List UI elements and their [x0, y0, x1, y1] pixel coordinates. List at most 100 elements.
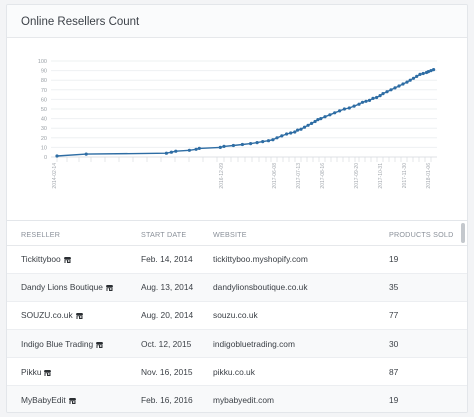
resellers-table: RESELLER START DATE WEBSITE PRODUCTS SOL…	[7, 225, 467, 412]
data-point	[338, 109, 342, 113]
cell-start-date: Nov. 16, 2015	[127, 357, 199, 387]
data-point	[261, 140, 265, 144]
data-point	[271, 138, 275, 142]
table-row[interactable]: Pikku Nov. 16, 2015 pikku.co.uk 87	[7, 357, 467, 387]
resellers-table-container: RESELLER START DATE WEBSITE PRODUCTS SOL…	[7, 225, 467, 412]
divider	[7, 220, 467, 221]
reseller-name[interactable]: MyBabyEdit	[21, 395, 66, 405]
table-row[interactable]: Indigo Blue Trading Oct. 12, 2015 indigobl…	[7, 329, 467, 359]
data-point	[347, 106, 351, 110]
y-tick-label: 70	[41, 88, 47, 94]
data-point	[169, 150, 173, 154]
data-point	[393, 86, 397, 90]
data-point	[306, 123, 310, 127]
shop-icon	[105, 285, 113, 292]
table-row[interactable]: Dandy Lions Boutique Aug. 13, 2014 dandyli…	[7, 273, 467, 302]
x-tick-label: 2017-06-08	[272, 163, 278, 189]
cell-website: tickittyboo.myshopify.com	[199, 245, 375, 274]
x-tick-label: 2017-09-20	[354, 163, 360, 189]
table-scrollbar[interactable]	[461, 223, 465, 243]
reseller-name[interactable]: SOUZU.co.uk	[21, 310, 73, 320]
line-chart: 0 10 20 30 40 50 60 70 80 90 100 2014-02-14 2016-12-…	[38, 59, 437, 189]
reseller-name[interactable]: Tickittyboo	[21, 254, 61, 264]
y-tick-label: 50	[41, 107, 47, 113]
data-point	[55, 154, 59, 158]
data-point	[421, 71, 425, 76]
table-row[interactable]: MyBabyEdit Feb. 16, 2016 mybabyedit.com 19	[7, 385, 467, 412]
data-point	[371, 96, 375, 100]
data-point	[218, 145, 222, 149]
cell-products-sold: 19	[375, 385, 467, 412]
data-point	[364, 99, 368, 103]
data-point	[197, 146, 201, 150]
cell-products-sold: 19	[375, 245, 467, 274]
data-point	[249, 142, 253, 146]
x-tick-label: 2018-01-06	[426, 163, 432, 189]
y-tick-label: 60	[41, 97, 47, 103]
data-point	[299, 127, 303, 131]
header-reseller[interactable]: RESELLER	[7, 225, 127, 246]
data-point	[378, 94, 382, 98]
cell-products-sold: 77	[375, 301, 467, 331]
reseller-name[interactable]: Indigo Blue Trading	[21, 339, 93, 349]
reseller-name[interactable]: Dandy Lions Boutique	[21, 282, 103, 292]
data-point	[323, 115, 327, 119]
cell-reseller: Indigo Blue Trading	[7, 329, 127, 359]
data-point	[302, 125, 307, 129]
card-header: Online Resellers Count	[7, 5, 467, 38]
cell-start-date: Aug. 13, 2014	[127, 273, 199, 302]
cell-reseller: Tickittyboo	[7, 245, 127, 274]
header-products-sold[interactable]: PRODUCTS SOLD	[375, 225, 467, 246]
data-point	[389, 88, 393, 92]
series-line	[56, 68, 434, 157]
header-start-date[interactable]: START DATE	[127, 225, 199, 246]
card-title: Online Resellers Count	[21, 16, 140, 28]
data-point	[333, 111, 337, 115]
table-header-row: RESELLER START DATE WEBSITE PRODUCTS SOL…	[7, 225, 467, 246]
cell-start-date: Oct. 12, 2015	[127, 329, 199, 359]
data-point	[405, 80, 409, 84]
data-point	[313, 119, 317, 124]
shop-icon	[96, 341, 104, 348]
data-point	[255, 141, 259, 145]
data-point	[415, 74, 419, 78]
x-tick-label: 2017-11-30	[402, 163, 408, 188]
cell-website: dandylionsboutique.co.uk	[199, 273, 375, 302]
data-point	[285, 132, 289, 136]
data-point	[411, 76, 416, 80]
y-tick-label: 90	[41, 69, 47, 75]
resellers-chart: 0 10 20 30 40 50 60 70 80 90 100 2014-02-14 2016-12-…	[7, 39, 467, 217]
data-point	[293, 130, 297, 134]
table-row[interactable]: SOUZU.co.uk Aug. 20, 2014 souzu.co.uk 77	[7, 301, 467, 331]
data-point	[408, 78, 412, 82]
data-point	[342, 107, 346, 111]
shop-icon	[63, 257, 71, 264]
x-tick-label: 2014-02-14	[52, 163, 58, 189]
data-point	[385, 90, 389, 94]
shop-icon	[68, 398, 76, 405]
data-point	[328, 113, 332, 117]
data-point	[367, 98, 372, 102]
data-point	[432, 68, 436, 72]
y-tick-label: 10	[41, 145, 47, 151]
cell-products-sold: 35	[375, 273, 467, 302]
cell-reseller: Pikku	[7, 357, 127, 387]
cell-start-date: Feb. 16, 2016	[127, 385, 199, 412]
table-row[interactable]: Tickittyboo Feb. 14, 2014 tickittyboo.mysh…	[7, 245, 467, 274]
data-point	[357, 102, 361, 106]
data-point	[310, 121, 314, 125]
reseller-name[interactable]: Pikku	[21, 367, 41, 377]
y-tick-label: 80	[41, 78, 47, 84]
x-tick-label: 2017-10-31	[378, 163, 384, 189]
shop-icon	[44, 369, 52, 376]
data-point	[84, 152, 88, 156]
shop-icon	[75, 313, 83, 320]
data-point	[187, 148, 191, 152]
x-tick-label: 2017-07-13	[296, 163, 302, 189]
y-tick-label: 0	[44, 155, 47, 161]
header-website[interactable]: WEBSITE	[199, 225, 375, 246]
data-point	[397, 84, 401, 88]
data-point	[401, 82, 405, 86]
resellers-card: Online Resellers Count 0 10 20 30 40 50 60 70 80…	[6, 4, 468, 413]
data-point	[418, 72, 422, 76]
